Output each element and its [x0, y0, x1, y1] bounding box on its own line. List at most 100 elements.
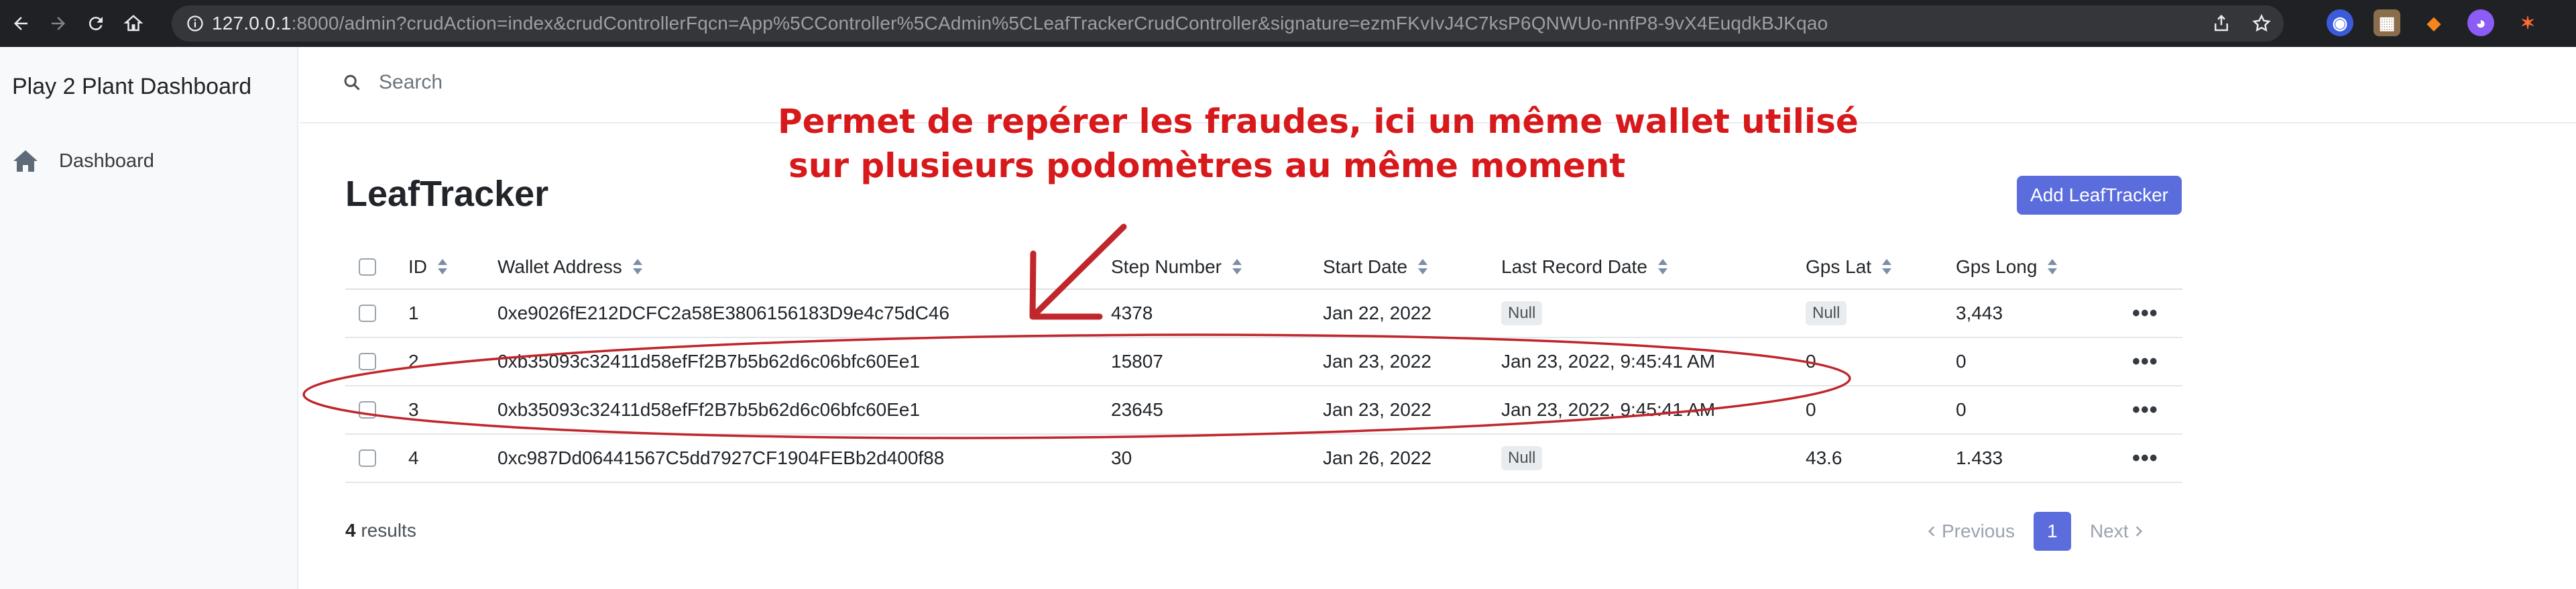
url-path: :8000/admin?crudAction=index&crudControl… [291, 13, 1828, 34]
sort-icon [1232, 259, 1242, 275]
forward-button[interactable] [42, 7, 75, 40]
leaftracker-table: ID Wallet Address Step Number Start Date… [345, 246, 2182, 483]
results-count: 4 results [345, 520, 416, 541]
cell-last-record-date: Jan 23, 2022, 9:45:41 AM [1501, 351, 1716, 372]
share-icon[interactable] [2211, 13, 2231, 34]
cell-step-number: 15807 [1111, 351, 1163, 372]
column-header-start-date[interactable]: Start Date [1323, 246, 1428, 288]
results-number: 4 [345, 520, 356, 541]
column-header-gps-long[interactable]: Gps Long [1956, 246, 2058, 288]
column-header-gps-lat[interactable]: Gps Lat [1806, 246, 1892, 288]
null-badge: Null [1501, 301, 1543, 325]
metamask-fox-icon[interactable]: ◆ [2420, 9, 2447, 36]
sort-icon [1657, 259, 1667, 275]
search-box [343, 71, 781, 94]
home-outline-icon [123, 15, 143, 32]
forward-arrow-icon [52, 17, 65, 30]
cell-gps-long: 0 [1956, 399, 1967, 420]
cell-wallet-address: 0xb35093c32411d58efFf2B7b5b62d6c06bfc60E… [497, 351, 921, 372]
url-host: 127.0.0.1 [212, 13, 292, 34]
sidebar-item-label: Dashboard [59, 150, 154, 172]
null-badge: Null [1501, 446, 1543, 470]
reload-icon [89, 17, 103, 31]
select-all-checkbox[interactable] [359, 258, 376, 276]
cell-gps-lat: 0 [1806, 399, 1816, 420]
brand-title[interactable]: Play 2 Plant Dashboard [12, 74, 251, 100]
pagination: Previous 1 Next [1928, 511, 2142, 551]
row-actions-menu[interactable]: ••• [2132, 435, 2158, 482]
sidebar-item-dashboard[interactable]: Dashboard [12, 144, 154, 178]
next-label: Next [2089, 521, 2129, 541]
cell-wallet-address: 0xc987Dd06441567C5dd7927CF1904FEBb2d400f… [497, 447, 945, 468]
table-header-row: ID Wallet Address Step Number Start Date… [345, 246, 2182, 290]
home-icon [13, 150, 38, 172]
cell-gps-long: 1.433 [1956, 447, 2003, 468]
row-checkbox[interactable] [359, 353, 376, 370]
cell-start-date: Jan 26, 2022 [1323, 447, 1431, 468]
cell-last-record-date: Jan 23, 2022, 9:45:41 AM [1501, 399, 1716, 420]
column-header-wallet-address[interactable]: Wallet Address [497, 246, 642, 288]
cell-start-date: Jan 22, 2022 [1323, 303, 1431, 323]
next-page-button[interactable]: Next [2090, 521, 2142, 542]
sort-icon [438, 259, 447, 275]
extension-icon-spark[interactable]: ✶ [2514, 9, 2541, 36]
site-info-icon[interactable] [178, 7, 212, 40]
cell-step-number: 4378 [1111, 303, 1153, 323]
fraud-annotation: Permet de repérer les fraudes, ici un mê… [778, 99, 2052, 188]
cell-gps-long: 3,443 [1956, 303, 2003, 323]
previous-page-button[interactable]: Previous [1928, 521, 2015, 542]
bookmark-star-icon[interactable] [2251, 13, 2272, 34]
row-checkbox[interactable] [359, 449, 376, 467]
cell-start-date: Jan 23, 2022 [1323, 351, 1431, 372]
search-icon [344, 74, 360, 91]
row-checkbox[interactable] [359, 401, 376, 419]
page-title: LeafTracker [345, 174, 549, 214]
cell-id: 4 [408, 447, 419, 468]
chevron-left-icon [1928, 526, 1935, 537]
cell-id: 2 [408, 351, 419, 372]
cell-gps-lat: 0 [1806, 351, 1816, 372]
cell-step-number: 23645 [1111, 399, 1163, 420]
sort-icon [2048, 259, 2058, 275]
null-badge: Null [1806, 301, 1847, 325]
cell-step-number: 30 [1111, 447, 1132, 468]
extension-icon-grid[interactable]: ▦ [2374, 9, 2400, 36]
column-header-id[interactable]: ID [408, 246, 447, 288]
search-input[interactable] [379, 71, 781, 94]
row-actions-menu[interactable]: ••• [2132, 386, 2158, 433]
url-text: 127.0.0.1:8000/admin?crudAction=index&cr… [212, 13, 1828, 34]
sort-icon [632, 259, 642, 275]
column-header-last-record-date[interactable]: Last Record Date [1501, 246, 1667, 288]
browser-toolbar: 127.0.0.1:8000/admin?crudAction=index&cr… [0, 0, 2576, 47]
cell-id: 1 [408, 303, 419, 323]
results-label: results [361, 520, 416, 541]
cell-gps-long: 0 [1956, 351, 1967, 372]
chevron-right-icon [2135, 526, 2142, 537]
back-button[interactable] [4, 7, 38, 40]
cell-start-date: Jan 23, 2022 [1323, 399, 1431, 420]
table-row: 2 0xb35093c32411d58efFf2B7b5b62d6c06bfc6… [345, 338, 2182, 386]
annotation-line-1: Permet de repérer les fraudes, ici un mê… [778, 102, 1859, 141]
cell-gps-lat: 43.6 [1806, 447, 1842, 468]
row-checkbox[interactable] [359, 305, 376, 322]
page-1-button[interactable]: 1 [2033, 512, 2071, 551]
address-bar[interactable]: 127.0.0.1:8000/admin?crudAction=index&cr… [172, 5, 2284, 42]
annotation-line-2: sur plusieurs podomètres au même moment [788, 146, 1626, 185]
sort-icon [1418, 259, 1428, 275]
reload-button[interactable] [79, 7, 113, 40]
cell-id: 3 [408, 399, 419, 420]
column-header-step-number[interactable]: Step Number [1111, 246, 1242, 288]
extension-icon-blue[interactable]: ◉ [2327, 9, 2353, 36]
extension-icon-purple[interactable]: ◕ [2467, 9, 2494, 36]
row-actions-menu[interactable]: ••• [2132, 290, 2158, 337]
row-actions-menu[interactable]: ••• [2132, 338, 2158, 385]
sidebar: Play 2 Plant Dashboard Dashboard [0, 47, 298, 589]
sort-icon [1882, 259, 1892, 275]
home-button[interactable] [117, 7, 150, 40]
cell-wallet-address: 0xb35093c32411d58efFf2B7b5b62d6c06bfc60E… [497, 399, 921, 420]
previous-label: Previous [1942, 521, 2015, 541]
back-arrow-icon [14, 17, 27, 30]
table-row: 3 0xb35093c32411d58efFf2B7b5b62d6c06bfc6… [345, 386, 2182, 435]
table-row: 1 0xe9026fE212DCFC2a58E3806156183D9e4c75… [345, 290, 2182, 338]
cell-wallet-address: 0xe9026fE212DCFC2a58E3806156183D9e4c75dC… [497, 303, 950, 323]
